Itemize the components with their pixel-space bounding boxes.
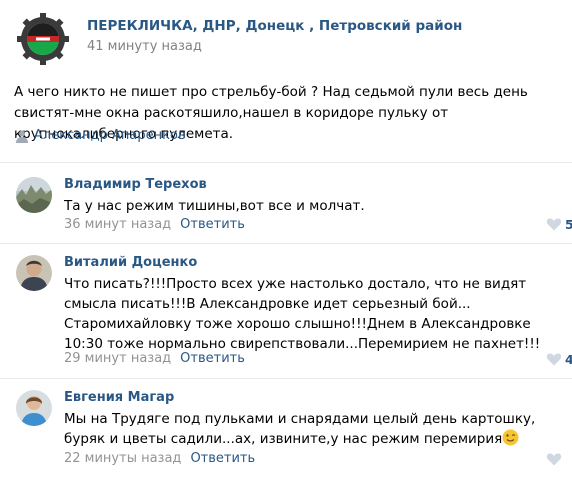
comment-meta: 29 минут назад Ответить	[64, 351, 245, 366]
group-avatar[interactable]	[14, 10, 72, 68]
comment-timestamp[interactable]: 29 минут назад	[64, 351, 171, 366]
comment-text: Та у нас режим тишины,вот все и молчат.	[64, 198, 365, 214]
commenter-photo-icon	[16, 177, 52, 213]
heart-icon[interactable]	[546, 217, 562, 231]
group-name-link[interactable]: ПЕРЕКЛИЧКА, ДНР, Донецк , Петровский рай…	[87, 18, 462, 34]
divider	[0, 378, 572, 379]
reply-button[interactable]: Ответить	[190, 451, 255, 466]
like-count[interactable]: 5	[565, 217, 572, 232]
avatar[interactable]	[16, 177, 52, 213]
wink-emoji-icon	[502, 429, 519, 446]
comment-text: Что писать?!!!Просто всех уже настолько …	[64, 276, 541, 352]
comment-meta: 36 минут назад Ответить	[64, 217, 245, 232]
comment-text-body: Мы на Трудяге под пульками и снарядами ц…	[64, 411, 536, 447]
commenter-photo-icon	[16, 255, 52, 291]
reply-button[interactable]: Ответить	[180, 351, 245, 366]
comment-author-link[interactable]: Владимир Терехов	[64, 177, 207, 192]
avatar[interactable]	[16, 390, 52, 426]
commenter-photo-icon	[16, 390, 52, 426]
post-author-link[interactable]: Александр Апаренков	[34, 128, 186, 143]
person-icon	[16, 130, 28, 143]
comment-timestamp[interactable]: 36 минут назад	[64, 217, 171, 232]
comment-author-link[interactable]: Виталий Доценко	[64, 255, 197, 270]
post-header: ПЕРЕКЛИЧКА, ДНР, Донецк , Петровский рай…	[14, 10, 564, 70]
reply-button[interactable]: Ответить	[180, 217, 245, 232]
avatar[interactable]	[16, 255, 52, 291]
gear-logo-icon	[14, 10, 72, 68]
comment-author-link[interactable]: Евгения Магар	[64, 390, 174, 405]
like-count[interactable]: 4	[565, 352, 572, 367]
divider	[0, 243, 572, 244]
comment-timestamp[interactable]: 22 минуты назад	[64, 451, 181, 466]
comment-text: Мы на Трудяге под пульками и снарядами ц…	[64, 409, 564, 449]
divider	[0, 162, 572, 163]
heart-icon[interactable]	[546, 352, 562, 366]
heart-icon[interactable]	[546, 452, 562, 466]
post-timestamp[interactable]: 41 минуту назад	[87, 39, 202, 54]
comment-meta: 22 минуты назад Ответить	[64, 451, 255, 466]
